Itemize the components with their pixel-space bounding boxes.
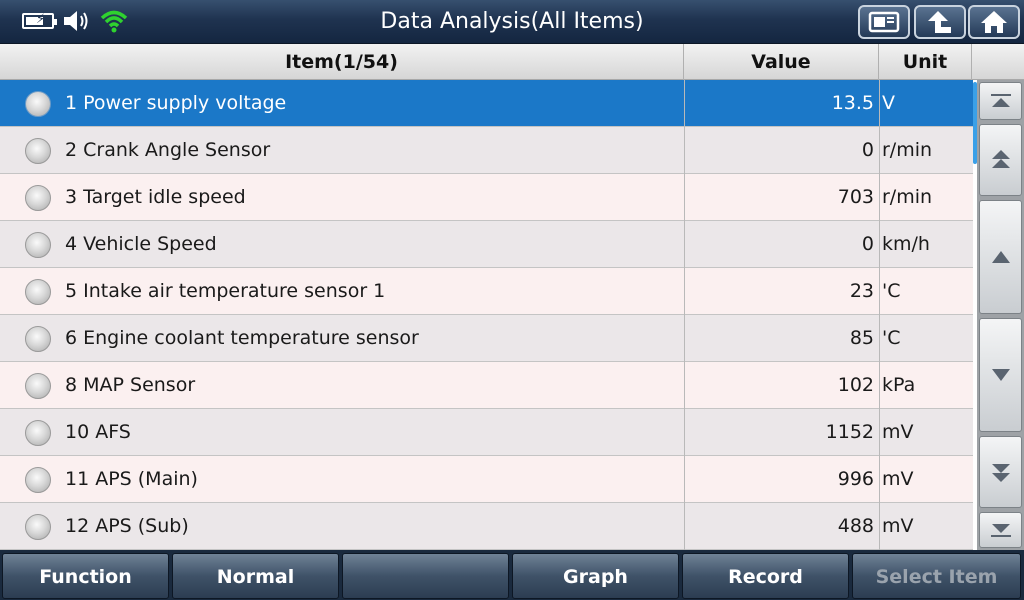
radio-button[interactable] <box>25 326 51 352</box>
select-item-button[interactable]: Select Item <box>852 553 1021 599</box>
back-button[interactable] <box>914 5 966 39</box>
item-value: 13.5 <box>831 92 874 114</box>
item-value: 703 <box>837 186 874 208</box>
radio-button[interactable] <box>25 185 51 211</box>
table-row[interactable]: 10 AFS 1152 mV <box>0 409 973 456</box>
table-row[interactable]: 2 Crank Angle Sensor 0 r/min <box>0 127 973 174</box>
item-unit: 'C <box>882 327 901 349</box>
item-unit: r/min <box>882 139 933 161</box>
screenshot-button[interactable] <box>858 5 910 39</box>
radio-button[interactable] <box>25 138 51 164</box>
line-up-button[interactable] <box>979 200 1022 314</box>
title-bar: ⚡ Data Analysis(All Items) <box>0 0 1024 44</box>
item-value: 996 <box>837 468 874 490</box>
empty-button[interactable] <box>342 553 509 599</box>
item-value: 0 <box>861 233 874 255</box>
item-name: 8 MAP Sensor <box>65 374 196 396</box>
column-divider <box>684 80 685 550</box>
page-up-icon <box>991 150 1010 168</box>
radio-button[interactable] <box>25 232 51 258</box>
item-value: 488 <box>837 515 874 537</box>
item-name: 11 APS (Main) <box>65 468 198 490</box>
line-down-button[interactable] <box>979 318 1022 432</box>
page-down-icon <box>991 464 1010 482</box>
graph-button[interactable]: Graph <box>512 553 679 599</box>
home-button[interactable] <box>968 5 1020 39</box>
scroll-panel <box>977 80 1024 550</box>
table-row[interactable]: 4 Vehicle Speed 0 km/h <box>0 221 973 268</box>
table-row[interactable]: 6 Engine coolant temperature sensor 85 '… <box>0 315 973 362</box>
line-down-icon <box>991 369 1010 381</box>
item-unit: mV <box>882 468 914 490</box>
table-row[interactable]: 5 Intake air temperature sensor 1 23 'C <box>0 268 973 315</box>
item-name: 6 Engine coolant temperature sensor <box>65 327 419 349</box>
item-unit: km/h <box>882 233 930 255</box>
column-header-unit[interactable]: Unit <box>879 44 972 80</box>
item-value: 102 <box>837 374 874 396</box>
item-value: 23 <box>849 280 874 302</box>
item-name: 3 Target idle speed <box>65 186 246 208</box>
scroll-bottom-button[interactable] <box>979 512 1022 548</box>
item-unit: r/min <box>882 186 933 208</box>
record-button[interactable]: Record <box>682 553 849 599</box>
bottom-toolbar: Function Normal Graph Record Select Item <box>0 550 1024 600</box>
item-unit: 'C <box>882 280 901 302</box>
item-name: 5 Intake air temperature sensor 1 <box>65 280 386 302</box>
column-divider <box>879 80 880 550</box>
radio-button[interactable] <box>25 91 51 117</box>
table-row[interactable]: 11 APS (Main) 996 mV <box>0 456 973 503</box>
normal-button[interactable]: Normal <box>172 553 339 599</box>
item-name: 10 AFS <box>65 421 131 443</box>
table-row[interactable]: 3 Target idle speed 703 r/min <box>0 174 973 221</box>
data-list: 1 Power supply voltage 13.5 V 2 Crank An… <box>0 80 973 550</box>
page-down-button[interactable] <box>979 436 1022 508</box>
item-value: 85 <box>849 327 874 349</box>
radio-button[interactable] <box>25 279 51 305</box>
radio-button[interactable] <box>25 467 51 493</box>
back-icon <box>928 11 951 33</box>
scroll-top-icon <box>990 94 1011 107</box>
column-header-item[interactable]: Item(1/54) <box>0 44 684 80</box>
item-name: 2 Crank Angle Sensor <box>65 139 271 161</box>
item-unit: mV <box>882 421 914 443</box>
table-row[interactable]: 12 APS (Sub) 488 mV <box>0 503 973 550</box>
item-unit: kPa <box>882 374 916 396</box>
line-up-icon <box>991 251 1010 263</box>
item-name: 4 Vehicle Speed <box>65 233 217 255</box>
scroll-bottom-icon <box>990 524 1011 537</box>
table-row[interactable]: 8 MAP Sensor 102 kPa <box>0 362 973 409</box>
screenshot-icon <box>868 11 900 33</box>
radio-button[interactable] <box>25 373 51 399</box>
function-button[interactable]: Function <box>2 553 169 599</box>
radio-button[interactable] <box>25 420 51 446</box>
item-value: 1152 <box>825 421 874 443</box>
scroll-top-button[interactable] <box>979 82 1022 120</box>
page-up-button[interactable] <box>979 124 1022 196</box>
table-header: Item(1/54) Value Unit <box>0 44 1024 80</box>
column-header-value[interactable]: Value <box>684 44 879 80</box>
item-unit: V <box>882 92 895 114</box>
home-icon <box>981 11 1007 33</box>
radio-button[interactable] <box>25 514 51 540</box>
item-name: 12 APS (Sub) <box>65 515 189 537</box>
table-row[interactable]: 1 Power supply voltage 13.5 V <box>0 80 973 127</box>
item-value: 0 <box>861 139 874 161</box>
item-name: 1 Power supply voltage <box>65 92 287 114</box>
item-unit: mV <box>882 515 914 537</box>
